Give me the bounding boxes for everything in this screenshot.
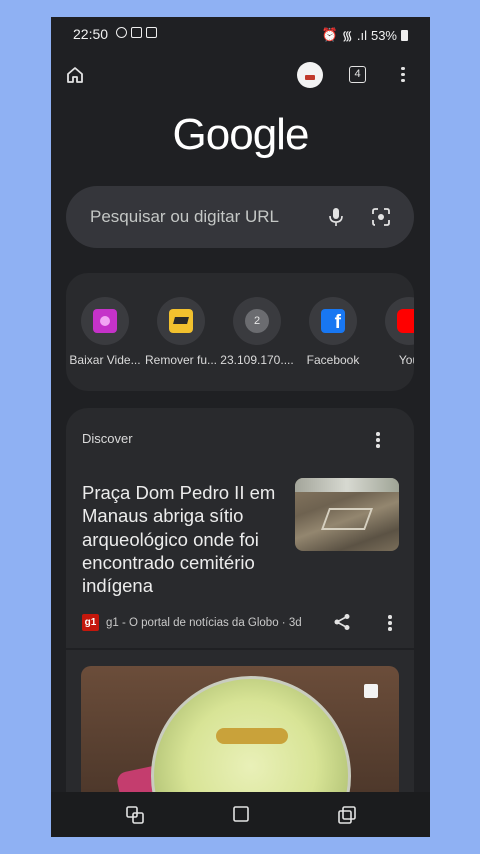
- status-time: 22:50: [73, 26, 109, 42]
- article-headline[interactable]: Praça Dom Pedro II em Manaus abriga síti…: [82, 481, 282, 597]
- shortcut-remover-fundo[interactable]: Remover fu...: [142, 297, 220, 367]
- browser-toolbar: 4: [51, 57, 430, 93]
- home-icon[interactable]: [65, 65, 85, 90]
- shortcut-icon-container: [81, 297, 129, 345]
- shortcut-label: You: [398, 353, 414, 367]
- shortcut-facebook[interactable]: f Facebook: [294, 297, 372, 367]
- shortcut-label: Baixar Vide...: [69, 353, 141, 367]
- mic-icon[interactable]: [328, 207, 344, 232]
- shortcut-baixar-video[interactable]: Baixar Vide...: [66, 297, 144, 367]
- article-thumbnail[interactable]: [295, 478, 399, 551]
- shortcut-label: Facebook: [306, 353, 360, 367]
- phone-screen: 22:50 ⏰ ᯾ .ıl 53% 4 Google Pesquisar ou …: [51, 17, 430, 837]
- tab-switcher-button[interactable]: 4: [349, 66, 366, 83]
- article-source: g1 g1 - O portal de notícias da Globo · …: [82, 614, 302, 631]
- recent-apps-icon[interactable]: [126, 806, 144, 829]
- shortcut-youtube[interactable]: You: [370, 297, 414, 367]
- youtube-icon: [397, 309, 414, 333]
- letter-2-icon: 2: [245, 309, 269, 333]
- dnd-icon: [116, 27, 127, 38]
- signal-icon: .ıl: [356, 27, 367, 43]
- shortcut-ip-address[interactable]: 2 23.109.170....: [218, 297, 296, 367]
- google-logo: Google: [172, 110, 310, 159]
- home-nav-icon[interactable]: [233, 806, 249, 827]
- discover-feed: Discover Praça Dom Pedro II em Manaus ab…: [66, 408, 414, 837]
- camera-lens-icon[interactable]: [371, 207, 391, 232]
- wifi-icon: ᯾: [341, 28, 353, 43]
- facebook-icon: f: [321, 309, 345, 333]
- status-bar: 22:50 ⏰ ᯾ .ıl 53%: [51, 17, 430, 51]
- divider: [66, 648, 414, 650]
- alarm-icon: ⏰: [321, 27, 338, 42]
- cast-icon: [146, 27, 157, 38]
- more-menu-icon[interactable]: [399, 65, 407, 85]
- search-placeholder: Pesquisar ou digitar URL: [90, 207, 279, 226]
- discover-menu-icon[interactable]: [375, 432, 381, 450]
- share-icon[interactable]: [333, 613, 351, 636]
- shortcut-icon-container: 2: [233, 297, 281, 345]
- status-system-icons: ⏰ ᯾ .ıl 53%: [322, 26, 408, 44]
- battery-percent: 53%: [370, 27, 397, 43]
- shortcut-icon-container: f: [309, 297, 357, 345]
- shortcut-icon-container: [385, 297, 414, 345]
- back-nav-icon[interactable]: [338, 806, 356, 829]
- discover-title: Discover: [82, 431, 133, 446]
- shortcut-label: 23.109.170....: [220, 353, 294, 367]
- system-navigation-bar: [51, 792, 430, 837]
- screenshot-icon: [131, 27, 142, 38]
- g1-logo-icon: g1: [82, 614, 99, 631]
- battery-icon: [401, 29, 408, 41]
- shortcuts-panel: Baixar Vide... Remover fu... 2 23.109.17…: [66, 273, 414, 391]
- shortcut-label: Remover fu...: [144, 353, 218, 367]
- profile-avatar[interactable]: [297, 62, 323, 88]
- article-menu-icon[interactable]: [387, 615, 393, 633]
- status-notification-icons: [116, 27, 157, 38]
- seeds-shape: [216, 728, 288, 744]
- article-source-text: g1 - O portal de notícias da Globo · 3d: [106, 616, 302, 629]
- shortcut-icon-container: [157, 297, 205, 345]
- video-icon: [364, 684, 378, 698]
- search-box[interactable]: Pesquisar ou digitar URL: [66, 186, 414, 248]
